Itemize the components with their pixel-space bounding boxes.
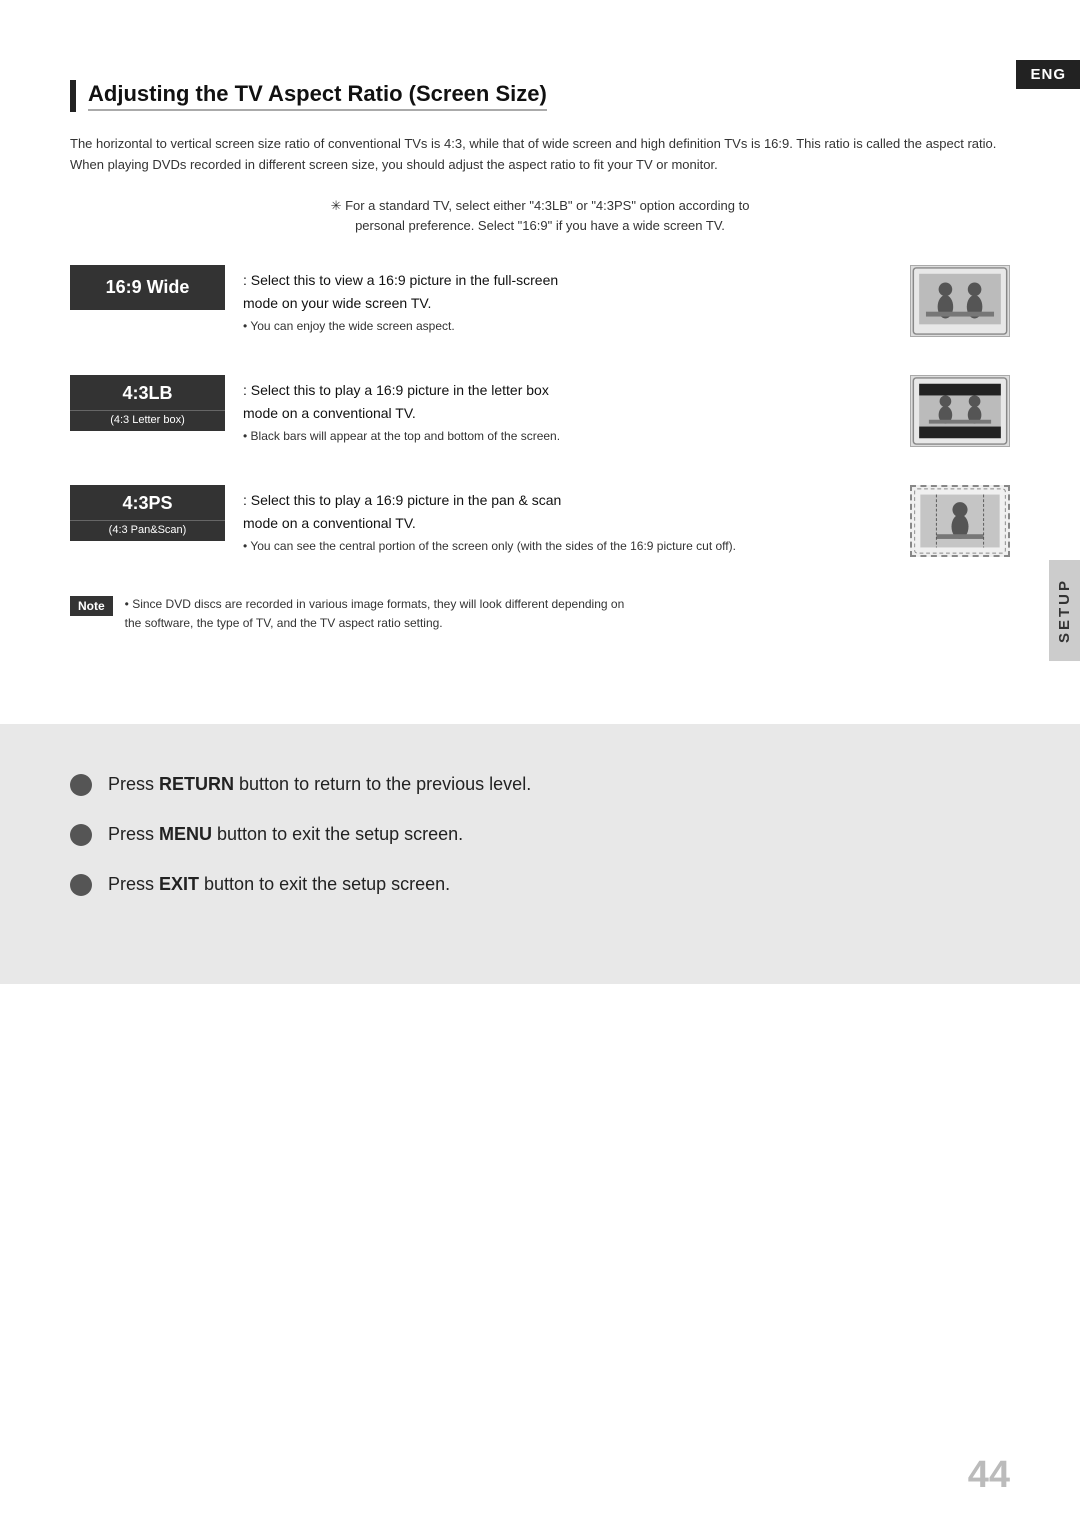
option-main-desc-43lb: : Select this to play a 16:9 picture in … — [243, 379, 892, 424]
press-return-text: Press RETURN button to return to the pre… — [108, 774, 531, 795]
option-image-43lb — [910, 375, 1010, 447]
page-title: Adjusting the TV Aspect Ratio (Screen Si… — [88, 81, 547, 111]
setup-tab: SETUP — [1049, 560, 1080, 661]
option-image-169wide — [910, 265, 1010, 337]
note-box: Note • Since DVD discs are recorded in v… — [70, 595, 1010, 633]
option-image-43ps — [910, 485, 1010, 557]
note-label: Note — [70, 596, 113, 616]
option-43lb: 4:3LB (4:3 Letter box) : Select this to … — [70, 375, 1010, 457]
option-label-block-169wide: 16:9 Wide — [70, 265, 225, 310]
option-bullet-169wide: You can enjoy the wide screen aspect. — [243, 317, 892, 336]
exit-bullet — [70, 874, 92, 896]
press-menu-line: Press MENU button to exit the setup scre… — [70, 824, 1010, 846]
page-number: 44 — [968, 1454, 1010, 1497]
option-label-main-43ps: 4:3PS — [70, 485, 225, 520]
main-content: Adjusting the TV Aspect Ratio (Screen Si… — [0, 0, 1080, 724]
option-main-desc-43ps: : Select this to play a 16:9 picture in … — [243, 489, 892, 534]
option-main-desc-169wide: : Select this to view a 16:9 picture in … — [243, 269, 892, 314]
press-exit-line: Press EXIT button to exit the setup scre… — [70, 874, 1010, 896]
press-return-line: Press RETURN button to return to the pre… — [70, 774, 1010, 796]
option-43ps: 4:3PS (4:3 Pan&Scan) : Select this to pl… — [70, 485, 1010, 567]
option-bullet-43ps: You can see the central portion of the s… — [243, 537, 892, 556]
press-menu-text: Press MENU button to exit the setup scre… — [108, 824, 463, 845]
section-heading: Adjusting the TV Aspect Ratio (Screen Si… — [70, 80, 1010, 112]
return-bullet — [70, 774, 92, 796]
option-desc-43ps: : Select this to play a 16:9 picture in … — [243, 485, 892, 556]
option-label-block-43ps: 4:3PS (4:3 Pan&Scan) — [70, 485, 225, 541]
option-desc-169wide: : Select this to view a 16:9 picture in … — [243, 265, 892, 336]
menu-bullet — [70, 824, 92, 846]
option-169wide: 16:9 Wide : Select this to view a 16:9 p… — [70, 265, 1010, 347]
option-label-sub-43ps: (4:3 Pan&Scan) — [70, 520, 225, 541]
option-label-main-169wide: 16:9 Wide — [70, 265, 225, 310]
option-label-sub-43lb: (4:3 Letter box) — [70, 410, 225, 431]
heading-bar — [70, 80, 76, 112]
option-bullet-43lb: Black bars will appear at the top and bo… — [243, 427, 892, 446]
star-note: ✳ For a standard TV, select either "4:3L… — [70, 196, 1010, 238]
press-exit-text: Press EXIT button to exit the setup scre… — [108, 874, 450, 895]
option-label-block-43lb: 4:3LB (4:3 Letter box) — [70, 375, 225, 431]
intro-text: The horizontal to vertical screen size r… — [70, 134, 1010, 176]
bottom-section: Press RETURN button to return to the pre… — [0, 724, 1080, 984]
note-text: • Since DVD discs are recorded in variou… — [125, 595, 625, 633]
eng-tab: ENG — [1016, 60, 1080, 89]
option-desc-43lb: : Select this to play a 16:9 picture in … — [243, 375, 892, 446]
option-label-main-43lb: 4:3LB — [70, 375, 225, 410]
